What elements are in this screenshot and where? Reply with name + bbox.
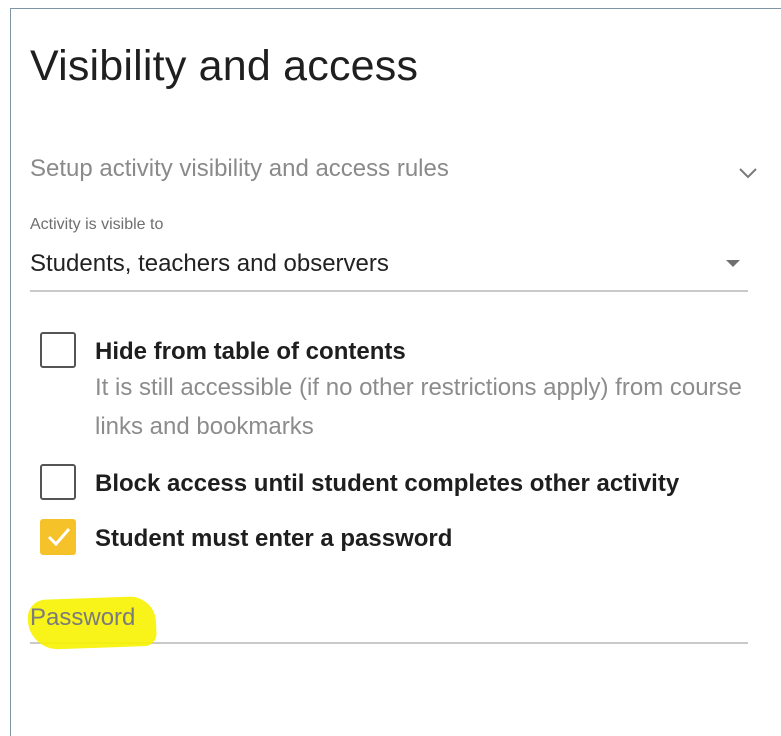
require-password-label: Student must enter a password xyxy=(95,525,453,552)
page-title: Visibility and access xyxy=(30,42,419,90)
block-access-checkbox[interactable] xyxy=(40,464,76,500)
require-password-checkbox[interactable] xyxy=(40,519,76,555)
visibility-select-value: Students, teachers and observers xyxy=(30,250,389,277)
hide-toc-label: Hide from table of contents xyxy=(95,338,406,365)
visibility-select-label: Activity is visible to xyxy=(30,216,164,233)
chevron-down-icon[interactable] xyxy=(736,161,760,185)
access-rules-section-toggle[interactable]: Setup activity visibility and access rul… xyxy=(30,152,760,186)
hide-toc-checkbox[interactable] xyxy=(40,332,76,368)
visibility-select[interactable]: Activity is visible to Students, teacher… xyxy=(30,214,748,292)
password-placeholder: Password xyxy=(30,604,136,631)
dropdown-arrow-icon[interactable] xyxy=(726,260,740,267)
hide-toc-description: It is still accessible (if no other rest… xyxy=(95,374,742,440)
password-field[interactable]: Password xyxy=(27,595,748,651)
block-access-label: Block access until student completes oth… xyxy=(95,470,680,497)
checkmark-icon xyxy=(47,528,71,547)
section-label: Setup activity visibility and access rul… xyxy=(30,155,449,182)
